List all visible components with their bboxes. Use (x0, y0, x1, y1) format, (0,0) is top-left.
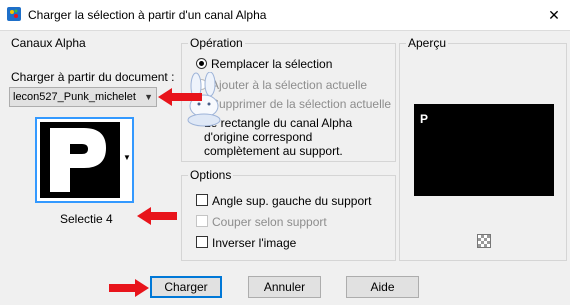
document-select[interactable]: lecon527_Punk_michelet ▼ (9, 87, 157, 107)
preview-group-label: Aperçu (406, 36, 449, 50)
checkbox-invert-image-label: Inverser l'image (212, 236, 297, 250)
operation-note-line-3: complètement au support. (204, 144, 343, 158)
chevron-down-icon[interactable]: ▼ (123, 153, 131, 162)
cancel-button[interactable]: Annuler (248, 276, 321, 298)
annotation-arrow-document (158, 88, 202, 106)
close-button[interactable]: ✕ (540, 2, 568, 28)
app-icon (7, 7, 21, 21)
checkbox-crop-to-canvas-label: Couper selon support (212, 215, 327, 229)
preview-letter: P (420, 112, 429, 126)
checkbox-top-left-corner[interactable] (196, 194, 208, 206)
annotation-arrow-channel (137, 207, 177, 225)
source-document-label: Charger à partir du document : (11, 70, 175, 84)
channel-thumbnail-letter (40, 122, 120, 198)
load-button[interactable]: Charger (150, 276, 222, 298)
checkbox-invert-image[interactable] (196, 236, 208, 248)
radio-replace-label: Remplacer la sélection (211, 57, 333, 71)
checkbox-top-left-corner-label: Angle sup. gauche du support (212, 194, 372, 208)
channel-thumbnail (40, 122, 120, 198)
options-group-label: Options (188, 168, 234, 182)
chevron-down-icon: ▼ (144, 92, 153, 102)
radio-replace-selection[interactable] (196, 58, 207, 69)
operation-group-label: Opération (188, 36, 245, 50)
annotation-arrow-load (109, 279, 149, 297)
title-separator (0, 30, 570, 31)
checkbox-crop-to-canvas[interactable] (196, 215, 208, 227)
window-title: Charger la sélection à partir d'un canal… (28, 8, 267, 22)
radio-add-label: Ajouter à la sélection actuelle (211, 78, 368, 92)
transparency-toggle-icon[interactable] (477, 234, 491, 248)
channel-name-label: Selectie 4 (60, 212, 113, 226)
document-select-value: lecon527_Punk_michelet (13, 91, 136, 103)
preview-canvas: P (414, 104, 554, 196)
operation-note-line-2: d'origine correspond (204, 130, 313, 144)
help-button[interactable]: Aide (346, 276, 419, 298)
channel-picker[interactable]: ▼ (35, 117, 134, 203)
channels-group-label: Canaux Alpha (11, 36, 86, 50)
radio-subtract-label: Supprimer de la sélection actuelle (211, 97, 392, 111)
